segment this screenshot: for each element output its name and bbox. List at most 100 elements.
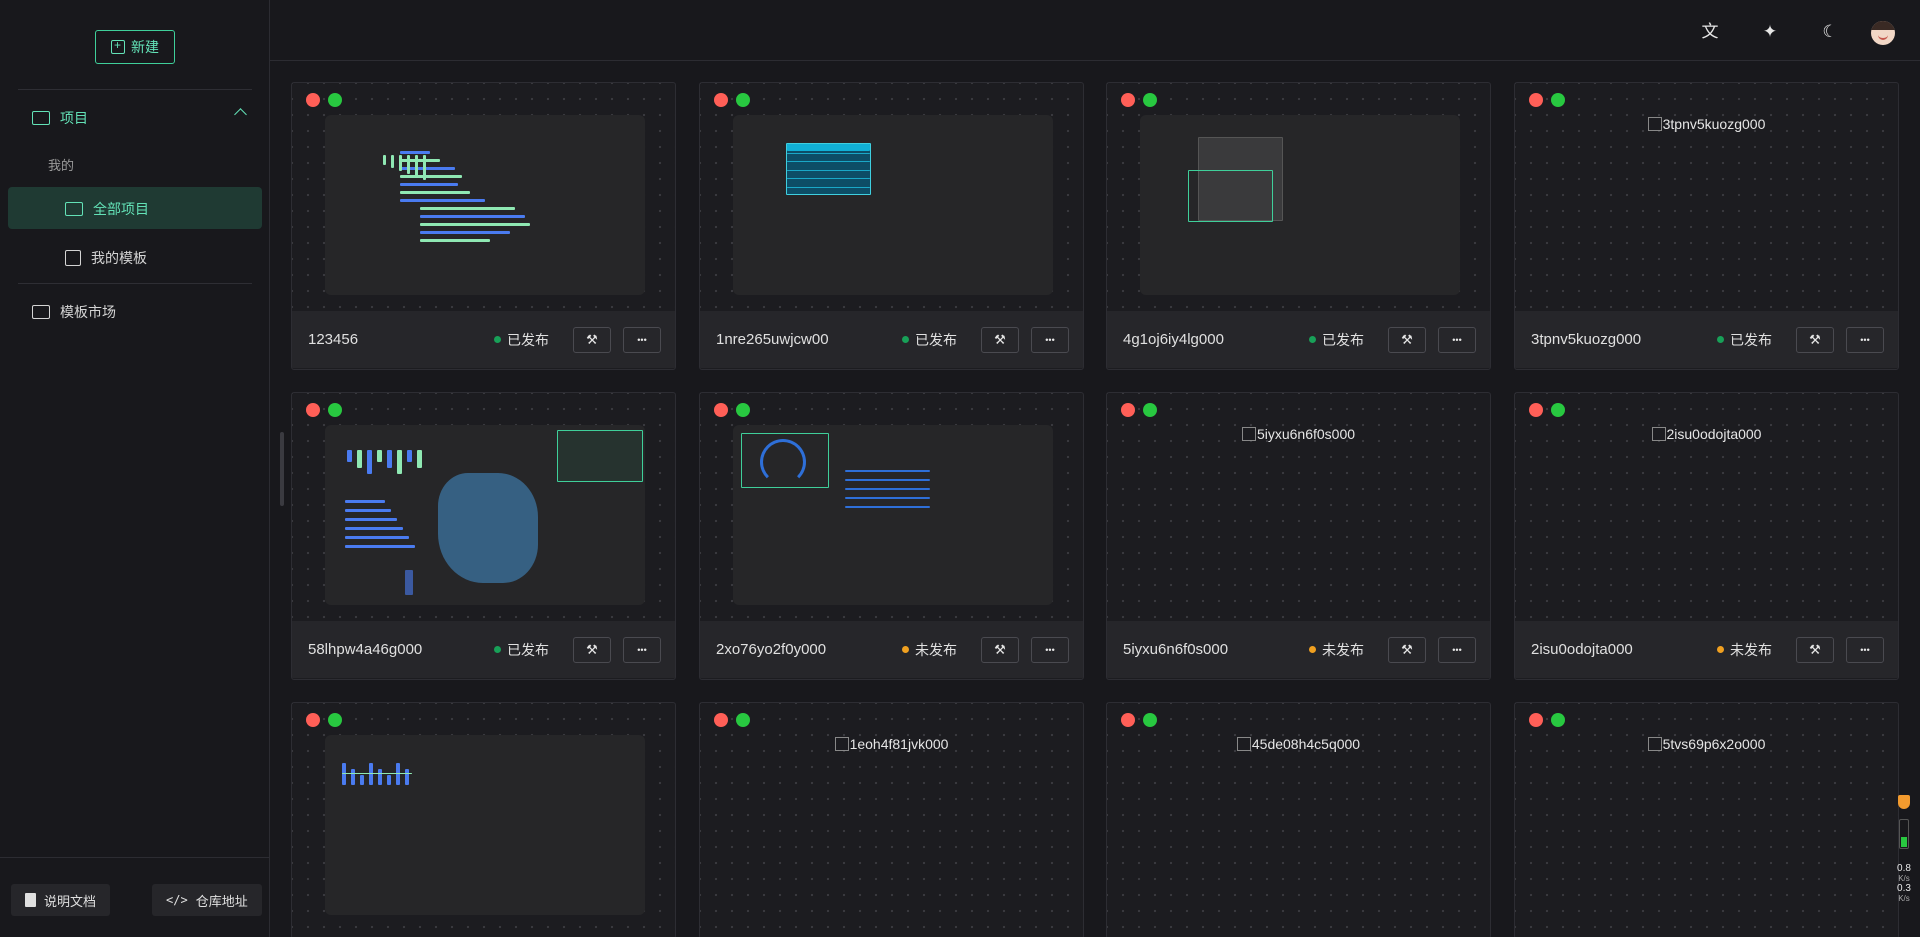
card-preview-area[interactable] (292, 703, 675, 931)
moon-icon[interactable]: ☾ (1820, 22, 1840, 42)
expand-dot-icon[interactable] (1143, 713, 1157, 727)
sidebar-resize-handle[interactable] (280, 432, 284, 506)
new-project-button[interactable]: 新建 (95, 30, 175, 64)
project-card[interactable]: 3tpnv5kuozg000 3tpnv5kuozg000 已发布 ⚒ ••• (1514, 82, 1899, 370)
close-dot-icon[interactable] (1121, 713, 1135, 727)
alt-text: 45de08h4c5q000 (1251, 736, 1361, 752)
hammer-icon: ⚒ (586, 641, 598, 657)
expand-dot-icon[interactable] (1143, 93, 1157, 107)
close-dot-icon[interactable] (1121, 403, 1135, 417)
project-card[interactable]: 45de08h4c5q000 (1106, 702, 1491, 937)
status-badge: 已发布 (494, 330, 549, 350)
more-button[interactable]: ••• (623, 636, 661, 663)
avatar[interactable] (1871, 21, 1895, 45)
card-preview-area[interactable] (700, 83, 1083, 311)
card-preview-area[interactable] (292, 393, 675, 621)
close-dot-icon[interactable] (714, 713, 728, 727)
edit-hammer-button[interactable]: ⚒ (573, 326, 611, 353)
card-preview-area[interactable] (700, 393, 1083, 621)
project-card[interactable] (291, 702, 676, 937)
more-button[interactable]: ••• (1031, 326, 1069, 353)
store-icon (32, 305, 50, 319)
edit-hammer-button[interactable]: ⚒ (1388, 636, 1426, 663)
sidebar-item-market[interactable]: 模板市场 (32, 302, 116, 322)
edit-hammer-button[interactable]: ⚒ (573, 636, 611, 663)
edit-hammer-button[interactable]: ⚒ (1388, 326, 1426, 353)
more-button[interactable]: ••• (623, 326, 661, 353)
alt-text: 3tpnv5kuozg000 (1662, 116, 1766, 132)
edit-hammer-button[interactable]: ⚒ (981, 326, 1019, 353)
project-card[interactable]: 2xo76yo2f0y000 未发布 ⚒ ••• (699, 392, 1084, 680)
more-button[interactable]: ••• (1438, 636, 1476, 663)
edit-hammer-button[interactable]: ⚒ (1796, 636, 1834, 663)
card-preview-area[interactable] (1107, 83, 1490, 311)
project-card[interactable]: 4g1oj6iy4lg000 已发布 ⚒ ••• (1106, 82, 1491, 370)
card-preview-area[interactable]: 5tvs69p6x2o000 (1515, 703, 1898, 931)
project-card[interactable]: 123456 已发布 ⚒ ••• (291, 82, 676, 370)
status-badge: 已发布 (902, 330, 957, 350)
chart-mark (377, 450, 382, 462)
status-badge: 已发布 (1717, 330, 1772, 350)
docs-button[interactable]: 说明文档 (11, 884, 111, 916)
ellipsis-icon: ••• (1452, 644, 1462, 655)
chart-mark (400, 199, 485, 202)
card-preview-area[interactable]: 3tpnv5kuozg000 (1515, 83, 1898, 311)
project-card[interactable]: 2isu0odojta000 2isu0odojta000 未发布 ⚒ ••• (1514, 392, 1899, 680)
expand-dot-icon[interactable] (1551, 93, 1565, 107)
card-preview-area[interactable]: 45de08h4c5q000 (1107, 703, 1490, 931)
magic-wand-icon[interactable]: ✦ (1760, 22, 1780, 42)
project-card[interactable]: 1eoh4f81jvk000 (699, 702, 1084, 937)
more-button[interactable]: ••• (1846, 326, 1884, 353)
close-dot-icon[interactable] (714, 93, 728, 107)
sidebar-item-all-projects[interactable]: 全部项目 (65, 199, 149, 219)
alt-text: 2isu0odojta000 (1666, 426, 1762, 442)
sidebar-item-label: 项目 (60, 110, 88, 126)
close-dot-icon[interactable] (306, 93, 320, 107)
close-dot-icon[interactable] (1529, 93, 1543, 107)
card-footer: 5iyxu6n6f0s000 未发布 ⚒ ••• (1107, 621, 1490, 678)
close-dot-icon[interactable] (306, 403, 320, 417)
expand-dot-icon[interactable] (1551, 713, 1565, 727)
close-dot-icon[interactable] (1529, 403, 1543, 417)
close-dot-icon[interactable] (714, 403, 728, 417)
chevron-up-icon[interactable] (234, 108, 247, 121)
chart-mark (845, 497, 930, 499)
card-preview-area[interactable]: 2isu0odojta000 (1515, 393, 1898, 621)
chart-mark (347, 450, 352, 462)
expand-dot-icon[interactable] (328, 403, 342, 417)
expand-dot-icon[interactable] (328, 93, 342, 107)
close-dot-icon[interactable] (1121, 93, 1135, 107)
edit-hammer-button[interactable]: ⚒ (1796, 326, 1834, 353)
chart-mark (345, 527, 403, 530)
project-card[interactable]: 5tvs69p6x2o000 (1514, 702, 1899, 937)
more-button[interactable]: ••• (1031, 636, 1069, 663)
expand-dot-icon[interactable] (736, 403, 750, 417)
chart-mark (400, 159, 440, 162)
close-dot-icon[interactable] (306, 713, 320, 727)
project-name: 123456 (308, 331, 359, 348)
expand-dot-icon[interactable] (736, 93, 750, 107)
template-icon (65, 250, 81, 266)
preview-thumbnail (325, 735, 645, 915)
repo-button[interactable]: </> 仓库地址 (152, 884, 262, 916)
edit-hammer-button[interactable]: ⚒ (981, 636, 1019, 663)
translate-icon[interactable]: 文 (1700, 22, 1720, 42)
expand-dot-icon[interactable] (1143, 403, 1157, 417)
expand-dot-icon[interactable] (1551, 403, 1565, 417)
expand-dot-icon[interactable] (736, 713, 750, 727)
card-preview-area[interactable]: 5iyxu6n6f0s000 (1107, 393, 1490, 621)
sidebar-item-my-templates[interactable]: 我的模板 (65, 248, 147, 268)
more-button[interactable]: ••• (1438, 326, 1476, 353)
chart-mark (420, 223, 530, 226)
expand-dot-icon[interactable] (328, 713, 342, 727)
close-dot-icon[interactable] (1529, 713, 1543, 727)
card-preview-area[interactable] (292, 83, 675, 311)
project-card[interactable]: 1nre265uwjcw00 已发布 ⚒ ••• (699, 82, 1084, 370)
more-button[interactable]: ••• (1846, 636, 1884, 663)
project-card[interactable]: 5iyxu6n6f0s000 5iyxu6n6f0s000 未发布 ⚒ ••• (1106, 392, 1491, 680)
sidebar-item-project[interactable]: 项目 (32, 108, 88, 128)
project-card[interactable]: 58lhpw4a46g000 已发布 ⚒ ••• (291, 392, 676, 680)
chart-mark (383, 155, 386, 165)
card-preview-area[interactable]: 1eoh4f81jvk000 (700, 703, 1083, 931)
chart-mark (787, 161, 870, 162)
